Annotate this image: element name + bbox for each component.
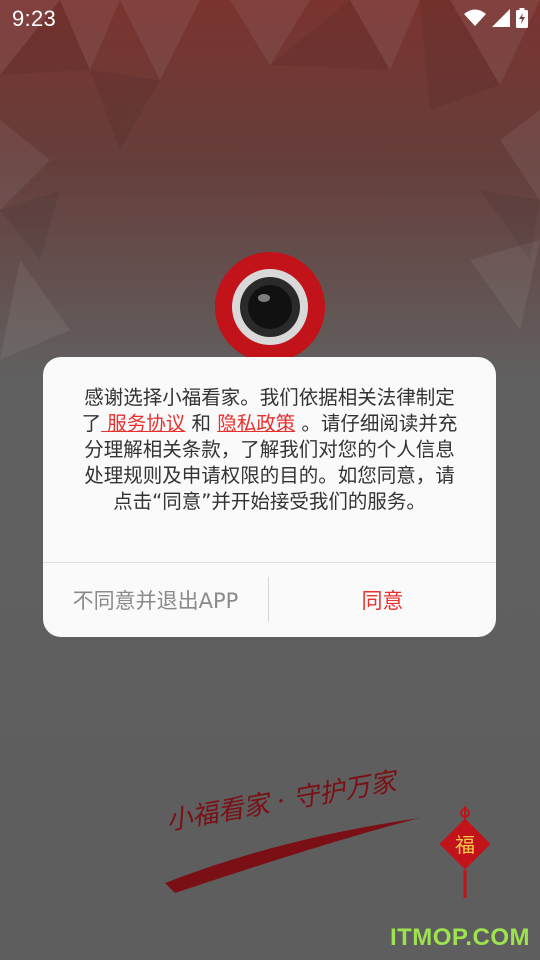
camera-lens-icon [215, 252, 325, 362]
fortune-seal-icon: 福 [439, 806, 490, 898]
status-bar: 9:23 [0, 0, 540, 38]
service-agreement-link[interactable]: 服务协议 [101, 412, 185, 435]
status-time: 9:23 [12, 6, 57, 31]
message-and: 和 [185, 412, 218, 435]
watermark: ITMOP.COM [389, 924, 530, 951]
slogan-text: 小福看家 · 守护万家 [164, 768, 401, 837]
privacy-dialog: 感谢选择小福看家。我们依据相关法律制定了 服务协议 和 隐私政策 。请仔细阅读并… [43, 357, 496, 637]
agree-button[interactable]: 同意 [269, 563, 496, 637]
battery-charging-icon [516, 8, 528, 28]
wifi-icon [464, 9, 486, 26]
fortune-character: 福 [455, 833, 475, 857]
privacy-message: 感谢选择小福看家。我们依据相关法律制定了 服务协议 和 隐私政策 。请仔细阅读并… [79, 385, 460, 515]
status-icons [464, 7, 528, 29]
privacy-policy-link[interactable]: 隐私政策 [217, 412, 295, 435]
cell-signal-icon [492, 9, 510, 27]
decline-exit-button[interactable]: 不同意并退出APP [43, 563, 268, 637]
slogan-calligraphy: 小福看家 · 守护万家 福 [164, 768, 490, 898]
